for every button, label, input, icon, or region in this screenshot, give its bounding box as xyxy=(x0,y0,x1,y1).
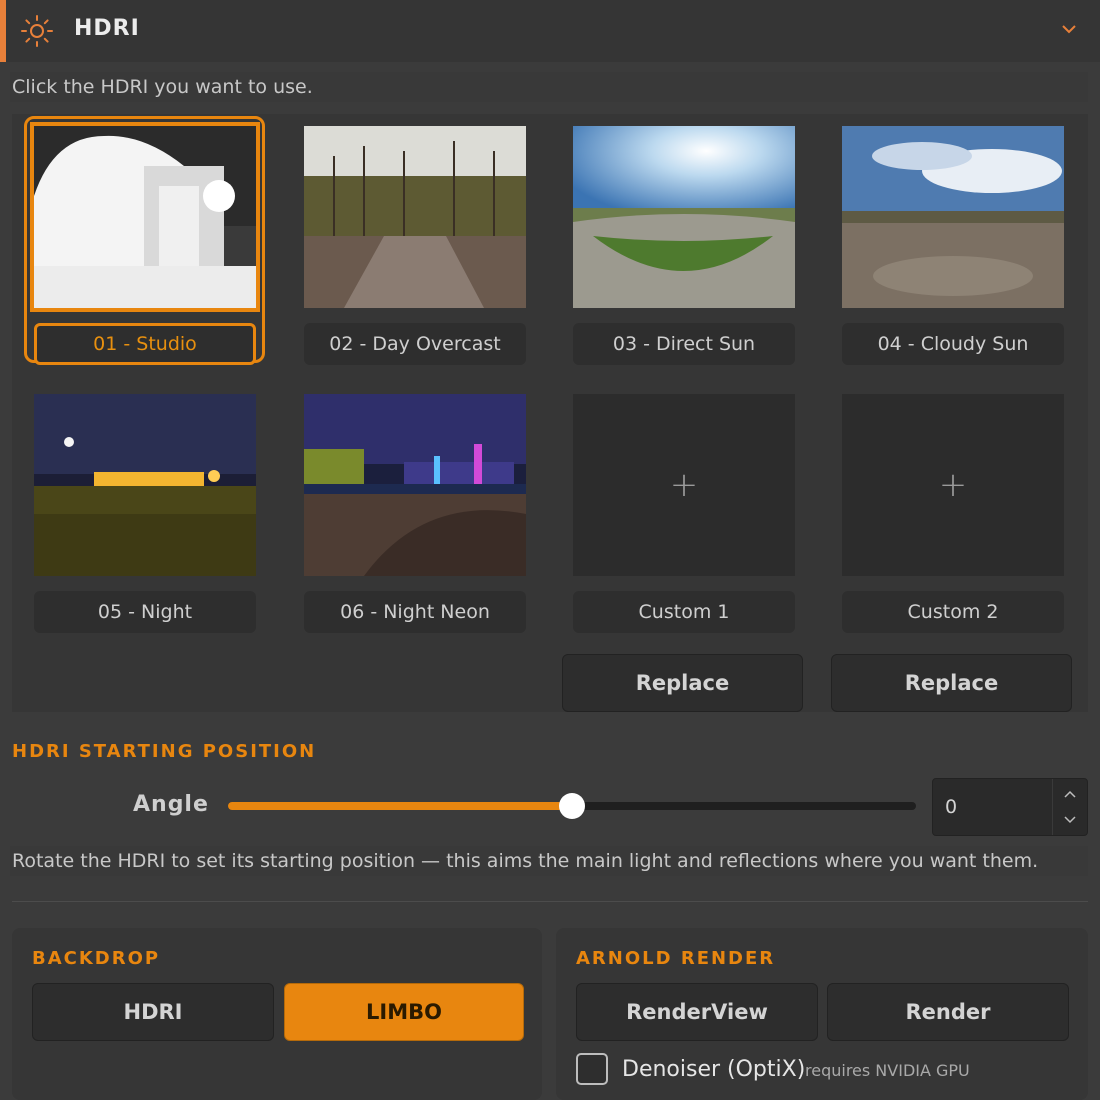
angle-slider-fill xyxy=(228,802,572,810)
custom-slot-thumbnail[interactable]: + xyxy=(842,394,1064,576)
angle-value-input[interactable] xyxy=(933,779,1053,835)
denoiser-requirement-note: requires NVIDIA GPU xyxy=(805,1061,970,1080)
chevron-up-icon[interactable] xyxy=(1063,789,1077,799)
angle-slider[interactable] xyxy=(228,793,916,819)
divider xyxy=(12,901,1088,902)
hdri-label[interactable]: Custom 1 xyxy=(573,591,795,633)
hdri-thumbnail-day-overcast[interactable] xyxy=(304,126,526,308)
hdri-label[interactable]: Custom 2 xyxy=(842,591,1064,633)
arnold-render-title: ARNOLD RENDER xyxy=(576,948,776,969)
sun-icon xyxy=(21,15,53,47)
hdri-instruction: Click the HDRI you want to use. xyxy=(10,72,1088,102)
hdri-thumbnail-studio[interactable] xyxy=(30,122,260,312)
section-title: HDRI xyxy=(74,16,140,41)
hdri-thumbnail-cloudy-sun[interactable] xyxy=(842,126,1064,308)
hdri-label[interactable]: 04 - Cloudy Sun xyxy=(842,323,1064,365)
angle-slider-handle[interactable] xyxy=(559,793,585,819)
hdri-section-header[interactable]: HDRI xyxy=(0,0,1100,62)
plus-icon[interactable]: + xyxy=(842,394,1064,576)
replace-custom-1-button[interactable]: Replace xyxy=(562,654,803,712)
chevron-down-icon[interactable] xyxy=(1060,22,1078,36)
hdri-label[interactable]: 01 - Studio xyxy=(34,323,256,365)
backdrop-limbo-button[interactable]: LIMBO xyxy=(284,983,524,1041)
plus-icon[interactable]: + xyxy=(573,394,795,576)
hdri-thumbnail-night[interactable] xyxy=(34,394,256,576)
hdri-thumbnail-night-neon[interactable] xyxy=(304,394,526,576)
denoiser-checkbox[interactable] xyxy=(576,1053,608,1085)
hdri-label[interactable]: 05 - Night xyxy=(34,591,256,633)
starting-position-hint: Rotate the HDRI to set its starting posi… xyxy=(10,846,1088,876)
hdri-label[interactable]: 02 - Day Overcast xyxy=(304,323,526,365)
starting-position-title: HDRI STARTING POSITION xyxy=(12,741,317,762)
render-button[interactable]: Render xyxy=(827,983,1069,1041)
custom-slot-thumbnail[interactable]: + xyxy=(573,394,795,576)
angle-label: Angle xyxy=(133,792,209,817)
backdrop-title: BACKDROP xyxy=(32,948,161,969)
hdri-label[interactable]: 03 - Direct Sun xyxy=(573,323,795,365)
hdri-thumbnail-direct-sun[interactable] xyxy=(573,126,795,308)
spin-arrows[interactable] xyxy=(1052,779,1087,835)
hdri-label[interactable]: 06 - Night Neon xyxy=(304,591,526,633)
angle-spinbox[interactable] xyxy=(932,778,1088,836)
backdrop-hdri-button[interactable]: HDRI xyxy=(32,983,274,1041)
renderview-button[interactable]: RenderView xyxy=(576,983,818,1041)
replace-custom-2-button[interactable]: Replace xyxy=(831,654,1072,712)
denoiser-label[interactable]: Denoiser (OptiX) xyxy=(622,1057,805,1082)
chevron-down-icon[interactable] xyxy=(1063,815,1077,825)
